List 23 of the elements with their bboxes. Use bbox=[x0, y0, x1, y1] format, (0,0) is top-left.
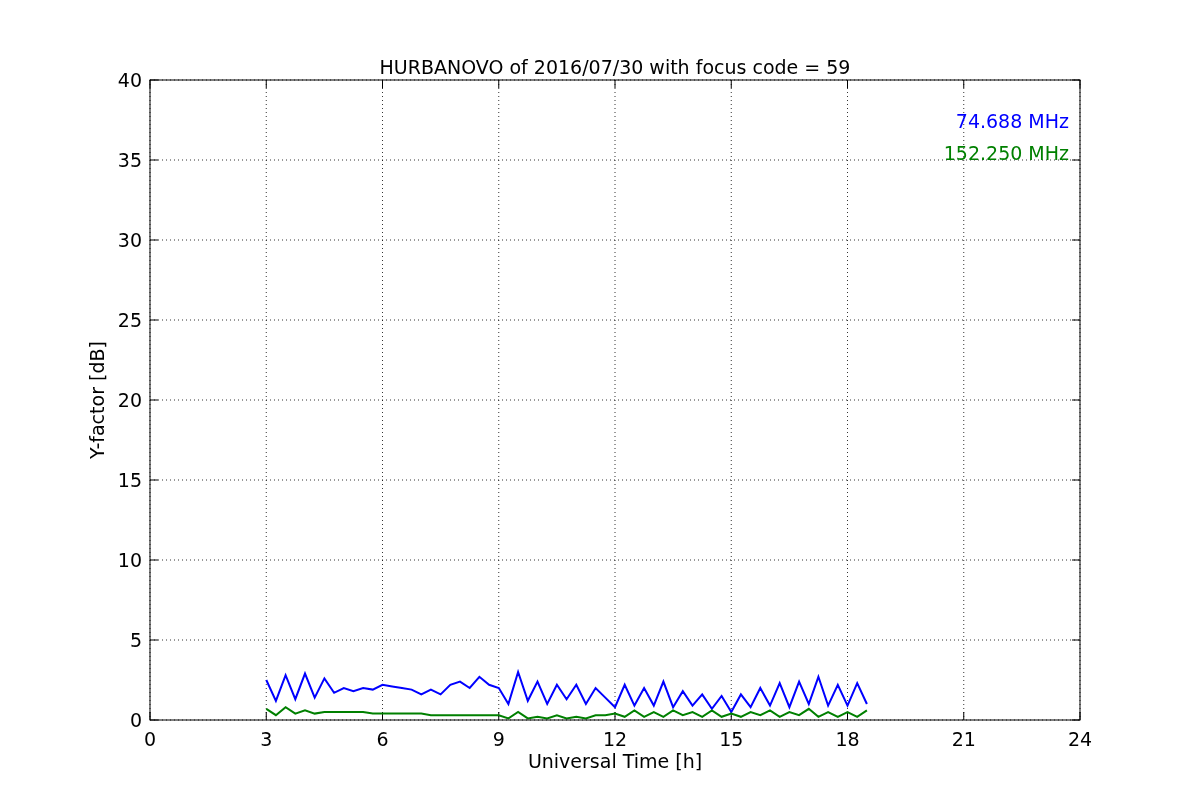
tick-label: 15 bbox=[117, 469, 142, 491]
tick-label: 5 bbox=[129, 629, 142, 651]
tick-label: 30 bbox=[117, 229, 142, 251]
legend-label: 152.250 MHz bbox=[943, 142, 1069, 164]
tick-label: 24 bbox=[1067, 728, 1093, 750]
tick-label: 20 bbox=[117, 389, 142, 411]
tick-label: 12 bbox=[602, 728, 628, 750]
tick-label: 3 bbox=[260, 728, 273, 750]
tick-label: 15 bbox=[719, 728, 744, 750]
axis-label: Y-factor [dB] bbox=[86, 341, 108, 459]
axis-label: Universal Time [h] bbox=[527, 750, 703, 772]
tick-label: 35 bbox=[117, 149, 142, 171]
legend-label: 74.688 MHz bbox=[955, 110, 1069, 132]
tick-label: 25 bbox=[117, 309, 142, 331]
tick-label: 6 bbox=[376, 728, 389, 750]
tick-label: 18 bbox=[835, 728, 860, 750]
tick-label: 40 bbox=[117, 69, 142, 91]
tick-label: 21 bbox=[951, 728, 976, 750]
tick-label: 9 bbox=[492, 728, 505, 750]
tick-label: 10 bbox=[117, 549, 142, 571]
chart-title: HURBANOVO of 2016/07/30 with focus code = 59 bbox=[379, 56, 851, 78]
tick-label: 0 bbox=[129, 709, 142, 731]
tick-label: 0 bbox=[143, 728, 157, 750]
